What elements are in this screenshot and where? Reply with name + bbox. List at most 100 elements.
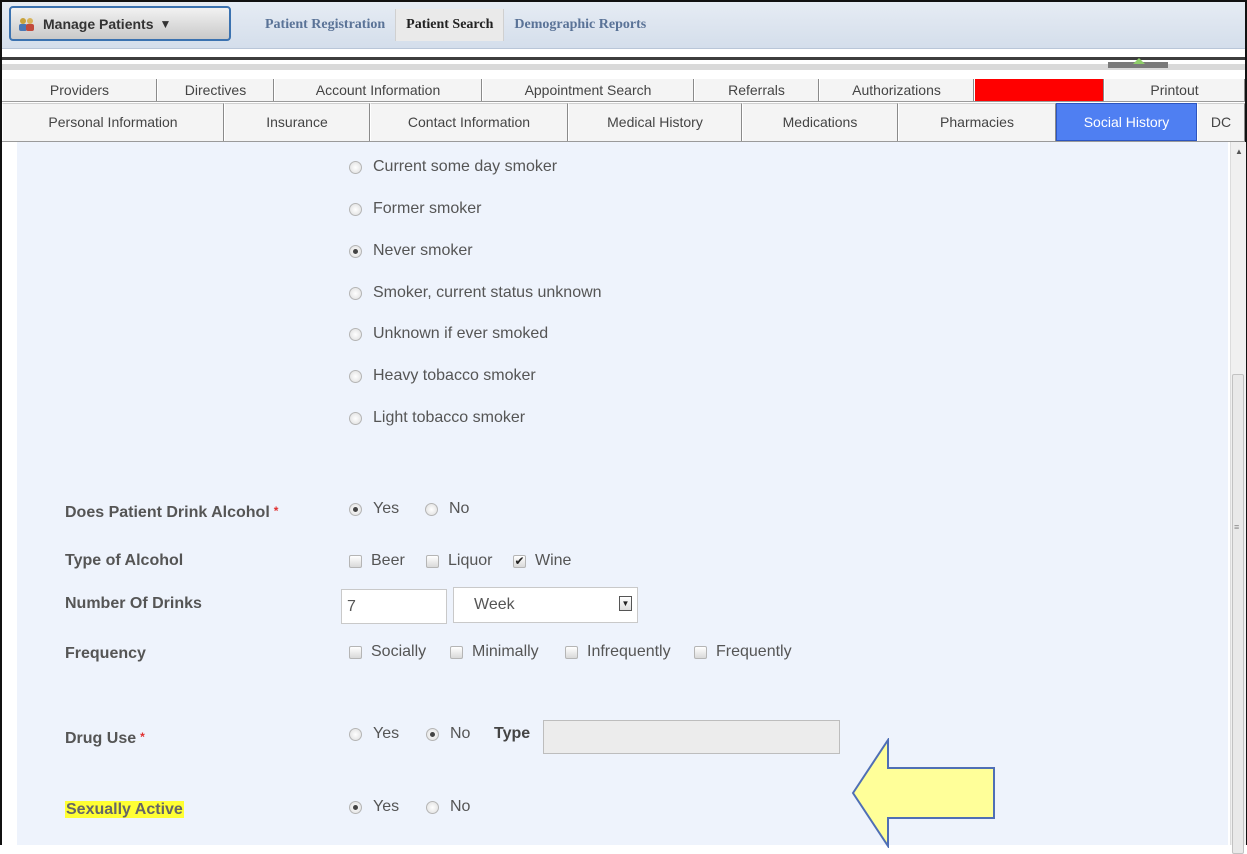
- patients-icon: [18, 16, 36, 32]
- alcohol-type-beer[interactable]: Beer: [349, 552, 405, 570]
- alcohol-no-radio[interactable]: [425, 502, 438, 516]
- drug-use-label: Drug Use *: [65, 730, 145, 747]
- smoking-option[interactable]: Unknown if ever smoked: [349, 325, 548, 343]
- smoking-option-label: Light tobacco smoker: [373, 409, 526, 426]
- wine-label: Wine: [535, 552, 572, 569]
- alcohol-label: Does Patient Drink Alcohol *: [65, 504, 279, 521]
- smoking-option-label: Smoker, current status unknown: [373, 284, 602, 301]
- beer-label: Beer: [371, 552, 405, 569]
- smoking-radio[interactable]: [349, 327, 362, 341]
- drug-type-input[interactable]: [543, 720, 840, 754]
- manage-patients-label: Manage Patients: [43, 15, 154, 32]
- wine-checkbox-checked[interactable]: ✔: [513, 554, 526, 568]
- tab-medications[interactable]: Medications: [742, 103, 898, 141]
- liquor-checkbox[interactable]: [426, 554, 439, 568]
- drinks-period-select[interactable]: Week ▼: [453, 587, 638, 623]
- smoking-option[interactable]: Smoker, current status unknown: [349, 284, 602, 302]
- alcohol-type-label: Type of Alcohol: [65, 552, 184, 569]
- tab-account-information[interactable]: Account Information: [274, 79, 482, 101]
- tab-pharmacies[interactable]: Pharmacies: [898, 103, 1056, 141]
- sexually-active-label: Sexually Active: [65, 801, 184, 819]
- scrollbar-thumb[interactable]: [1232, 374, 1244, 854]
- smoking-option[interactable]: Never smoker: [349, 242, 473, 260]
- tab-printout[interactable]: Printout: [1104, 79, 1245, 101]
- frequently-label: Frequently: [716, 643, 792, 660]
- nav-patient-search[interactable]: Patient Search: [395, 9, 505, 41]
- frequency-minimally[interactable]: Minimally: [450, 643, 539, 661]
- tab-comments[interactable]: Comments: [974, 79, 1104, 101]
- sexually-active-yes-radio[interactable]: [349, 800, 362, 814]
- alcohol-yes-option[interactable]: Yes: [349, 500, 399, 518]
- infrequently-label: Infrequently: [587, 643, 671, 660]
- top-nav-links: Patient Registration Patient Search Demo…: [255, 9, 656, 41]
- alcohol-yes-radio[interactable]: [349, 502, 362, 516]
- tab-personal-information[interactable]: Personal Information: [2, 103, 224, 141]
- smoking-option[interactable]: Heavy tobacco smoker: [349, 367, 536, 385]
- socially-checkbox[interactable]: [349, 645, 362, 659]
- tab-insurance[interactable]: Insurance: [224, 103, 370, 141]
- tab-medical-history[interactable]: Medical History: [568, 103, 742, 141]
- collapse-handle[interactable]: [1108, 58, 1168, 68]
- smoking-option-label: Never smoker: [373, 242, 473, 259]
- drug-use-yes-option[interactable]: Yes: [349, 725, 399, 743]
- manage-patients-button[interactable]: Manage Patients ▼: [9, 6, 231, 41]
- alcohol-type-liquor[interactable]: Liquor: [426, 552, 492, 570]
- top-navigation-bar: Manage Patients ▼ Patient Registration P…: [2, 2, 1245, 49]
- number-of-drinks-input[interactable]: [341, 589, 447, 624]
- smoking-option[interactable]: Light tobacco smoker: [349, 409, 525, 427]
- drug-use-yes-radio[interactable]: [349, 727, 362, 741]
- smoking-radio[interactable]: [349, 160, 362, 174]
- frequency-infrequently[interactable]: Infrequently: [565, 643, 671, 661]
- required-asterisk-icon: *: [140, 730, 145, 744]
- tab-row-2: Personal Information Insurance Contact I…: [2, 103, 1245, 142]
- frequently-checkbox[interactable]: [694, 645, 707, 659]
- tab-providers[interactable]: Providers: [2, 79, 157, 101]
- alcohol-no-label: No: [449, 500, 470, 517]
- tab-dc[interactable]: DC: [1197, 103, 1245, 141]
- smoking-option-label: Former smoker: [373, 200, 482, 217]
- smoking-radio[interactable]: [349, 411, 362, 425]
- tab-contact-information[interactable]: Contact Information: [370, 103, 568, 141]
- tab-referrals[interactable]: Referrals: [694, 79, 819, 101]
- frequency-label: Frequency: [65, 645, 146, 662]
- highlighted-label: Sexually Active: [65, 801, 184, 818]
- frequency-frequently[interactable]: Frequently: [694, 643, 792, 661]
- sexually-active-no-option[interactable]: No: [426, 798, 470, 816]
- tab-row-1: Providers Directives Account Information…: [2, 79, 1245, 102]
- sexually-active-yes-option[interactable]: Yes: [349, 798, 399, 816]
- smoking-radio-selected[interactable]: [349, 244, 362, 258]
- alcohol-no-option[interactable]: No: [425, 500, 469, 518]
- drug-use-no-option[interactable]: No: [426, 725, 470, 743]
- smoking-option-label: Current some day smoker: [373, 158, 558, 175]
- infrequently-checkbox[interactable]: [565, 645, 578, 659]
- header-divider: [2, 57, 1245, 60]
- sexually-active-yes-label: Yes: [373, 798, 400, 815]
- drinks-period-value: Week: [474, 596, 515, 613]
- scroll-up-arrow-icon[interactable]: ▲: [1235, 147, 1243, 156]
- minimally-checkbox[interactable]: [450, 645, 463, 659]
- tab-social-history[interactable]: Social History: [1056, 103, 1197, 141]
- nav-demographic-reports[interactable]: Demographic Reports: [504, 9, 656, 41]
- smoking-option-label: Unknown if ever smoked: [373, 325, 549, 342]
- nav-patient-registration[interactable]: Patient Registration: [255, 9, 395, 41]
- smoking-option[interactable]: Former smoker: [349, 200, 481, 218]
- smoking-radio[interactable]: [349, 369, 362, 383]
- required-asterisk-icon: *: [273, 504, 279, 518]
- beer-checkbox[interactable]: [349, 554, 362, 568]
- frequency-socially[interactable]: Socially: [349, 643, 426, 661]
- tab-appointment-search[interactable]: Appointment Search: [482, 79, 694, 101]
- smoking-radio[interactable]: [349, 286, 362, 300]
- sexually-active-no-radio[interactable]: [426, 800, 439, 814]
- smoking-radio[interactable]: [349, 202, 362, 216]
- callout-arrow-icon: [851, 738, 995, 848]
- drug-use-yes-label: Yes: [373, 725, 400, 742]
- alcohol-type-wine[interactable]: ✔ Wine: [513, 552, 571, 570]
- socially-label: Socially: [371, 643, 427, 660]
- drug-use-no-label: No: [450, 725, 471, 742]
- smoking-option[interactable]: Current some day smoker: [349, 158, 557, 176]
- vertical-scrollbar[interactable]: ▲ ≡: [1230, 142, 1246, 854]
- tab-directives[interactable]: Directives: [157, 79, 274, 101]
- drug-use-no-radio[interactable]: [426, 727, 439, 741]
- select-arrow-icon[interactable]: ▼: [619, 596, 632, 611]
- tab-authorizations[interactable]: Authorizations: [819, 79, 974, 101]
